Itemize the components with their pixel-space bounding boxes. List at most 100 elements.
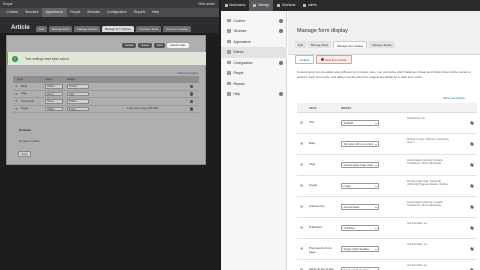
right-table-row: ✥ Published Checkbox Use field label: Yes <box>297 218 477 239</box>
left-row-label-select[interactable]: Hidden <box>45 106 63 111</box>
left-row-label-select[interactable]: Above <box>45 99 63 104</box>
drag-handle-icon[interactable]: ✥ <box>300 183 303 188</box>
gear-icon[interactable] <box>189 92 193 96</box>
chevron-right-icon[interactable] <box>279 18 283 23</box>
drag-handle-icon[interactable]: ✥ <box>15 92 19 96</box>
right-page-title: Manage form display <box>297 28 349 34</box>
admin-menu-item[interactable]: People <box>67 8 84 17</box>
gear-icon[interactable] <box>470 247 474 251</box>
admin-menu-item[interactable]: Modules <box>84 8 103 17</box>
right-row-label: Published <box>309 225 322 229</box>
right-subtab[interactable]: Default <box>295 55 315 64</box>
left-subtab[interactable]: Default <box>122 43 137 48</box>
left-row-label-select[interactable]: Above <box>45 91 63 96</box>
drag-handle-icon[interactable]: ✥ <box>300 225 303 230</box>
left-toolbar: Drupal Hello admin <box>0 0 219 8</box>
sidebar-item[interactable]: Appearance <box>221 36 287 47</box>
left-row-widget-select[interactable]: Default <box>67 84 89 89</box>
right-tab[interactable]: Manage display <box>369 41 395 48</box>
left-tab[interactable]: Manage fields <box>48 26 73 32</box>
left-subtab[interactable]: Teaser <box>138 43 153 48</box>
drag-handle-icon[interactable]: ✥ <box>15 99 19 103</box>
right-row-summary: Use field label: Yes <box>407 264 428 267</box>
left-subtab[interactable]: Search index <box>167 43 189 48</box>
gear-icon[interactable] <box>470 142 474 146</box>
chevron-right-icon[interactable] <box>279 60 283 65</box>
right-tab[interactable]: Edit <box>295 41 306 48</box>
left-row-widget-select[interactable]: Hidden <box>67 99 89 104</box>
right-show-row-weights-link[interactable]: Show row weights <box>443 97 465 100</box>
sidebar-item[interactable]: Structure <box>221 26 287 37</box>
right-row-widget-select[interactable]: Single on/off checkbox <box>341 266 379 270</box>
right-toolbar-item-label: admin <box>307 3 317 7</box>
sidebar-item[interactable]: Configuration <box>221 57 287 68</box>
drag-handle-icon[interactable]: ✥ <box>300 162 303 167</box>
right-row-widget-select[interactable]: Textfield <box>341 119 379 126</box>
gear-icon[interactable] <box>470 184 474 188</box>
left-row-label: Tags <box>21 92 27 96</box>
gear-icon[interactable] <box>470 163 474 167</box>
right-tab[interactable]: Manage fields <box>307 41 332 48</box>
right-row-widget-select[interactable]: Image <box>341 182 379 189</box>
left-row-widget-select[interactable]: Tags <box>67 91 89 96</box>
right-row-summary: Autocomplete matching: Contains Textfiel… <box>407 201 443 208</box>
right-row-widget-select[interactable]: Checkbox <box>341 224 379 231</box>
left-toolbar-user[interactable]: Hello admin <box>198 2 215 6</box>
left-secondary-tabs: Default Teaser RSS Search index <box>122 43 189 48</box>
right-row-widget-select[interactable]: Single on/off checkbox <box>341 245 379 252</box>
drag-handle-icon[interactable]: ✥ <box>15 107 19 111</box>
sidebar-item[interactable]: Reports <box>221 78 287 89</box>
right-tab[interactable]: Manage form display <box>333 41 368 48</box>
left-toolbar-brand[interactable]: Drupal <box>3 2 12 6</box>
gear-icon[interactable] <box>470 205 474 209</box>
left-tab[interactable]: Manage form display <box>101 26 134 32</box>
drag-handle-icon[interactable]: ✥ <box>15 84 19 88</box>
right-toolbar-item[interactable]: admin <box>299 0 320 11</box>
chevron-right-icon[interactable] <box>279 92 283 96</box>
gear-icon[interactable] <box>470 121 474 125</box>
drag-handle-icon[interactable]: ✥ <box>300 204 303 209</box>
gear-icon[interactable] <box>189 84 193 88</box>
right-row-widget-select[interactable]: Autocomplete (Tags style) <box>341 161 379 168</box>
sidebar-item[interactable]: Extend <box>221 46 287 58</box>
right-subtab[interactable]: New Form Mode <box>316 55 352 64</box>
gear-icon[interactable] <box>470 226 474 230</box>
left-window: Drupal Hello admin Content Structure Appea… <box>0 0 219 270</box>
right-toolbar-item[interactable]: Manage <box>249 0 274 11</box>
gear-icon[interactable] <box>189 107 193 111</box>
left-show-row-weights-link[interactable]: Show row weights <box>177 72 198 75</box>
drag-handle-icon[interactable]: ✥ <box>300 246 303 251</box>
left-row-widget-select[interactable]: Image <box>67 106 89 111</box>
gear-icon[interactable] <box>189 99 193 103</box>
left-tab[interactable]: Comment fields <box>135 26 162 32</box>
sidebar-item-icon <box>227 29 231 33</box>
left-tab[interactable]: Comment display <box>163 26 191 32</box>
right-row-widget-select[interactable]: Text area with a summary <box>341 140 379 147</box>
left-fields-table: Field Label Widget ✥ Body Hidden Default ✥ Ta… <box>13 76 199 113</box>
chevron-right-icon[interactable] <box>279 29 283 33</box>
admin-menu-item[interactable]: Appearance <box>41 8 67 17</box>
drag-handle-icon[interactable]: ✥ <box>300 141 303 146</box>
sidebar-item[interactable]: Content <box>221 15 287 26</box>
admin-menu-item[interactable]: Configuration <box>103 8 130 17</box>
right-row-summary: Use field label: Yes <box>407 222 428 225</box>
right-subtab-label: Default <box>300 57 310 62</box>
sidebar-item[interactable]: People <box>221 68 287 79</box>
admin-menu-item[interactable]: Help <box>149 8 163 17</box>
left-row-label-select[interactable]: Hidden <box>45 84 63 89</box>
right-toolbar-item[interactable]: Bookmarks <box>221 0 249 11</box>
left-tab[interactable]: Edit <box>36 26 47 32</box>
checkmark-icon: ✓ <box>12 55 18 62</box>
left-save-button[interactable]: Save <box>18 151 31 157</box>
right-toolbar-item[interactable]: Shortcuts <box>273 0 299 11</box>
admin-menu-item[interactable]: Reports <box>130 8 149 17</box>
right-row-label: Tags <box>309 162 316 166</box>
right-row-widget-select[interactable]: Autocomplete <box>341 203 379 210</box>
drag-handle-icon[interactable]: ✥ <box>300 120 303 125</box>
left-tab[interactable]: Manage display <box>74 26 100 32</box>
right-toolbar-item-label: Manage <box>257 3 270 7</box>
sidebar-item[interactable]: Help <box>221 89 287 100</box>
left-subtab[interactable]: RSS <box>154 43 166 48</box>
admin-menu-item[interactable]: Structure <box>22 8 42 17</box>
admin-menu-item[interactable]: Content <box>3 8 22 17</box>
